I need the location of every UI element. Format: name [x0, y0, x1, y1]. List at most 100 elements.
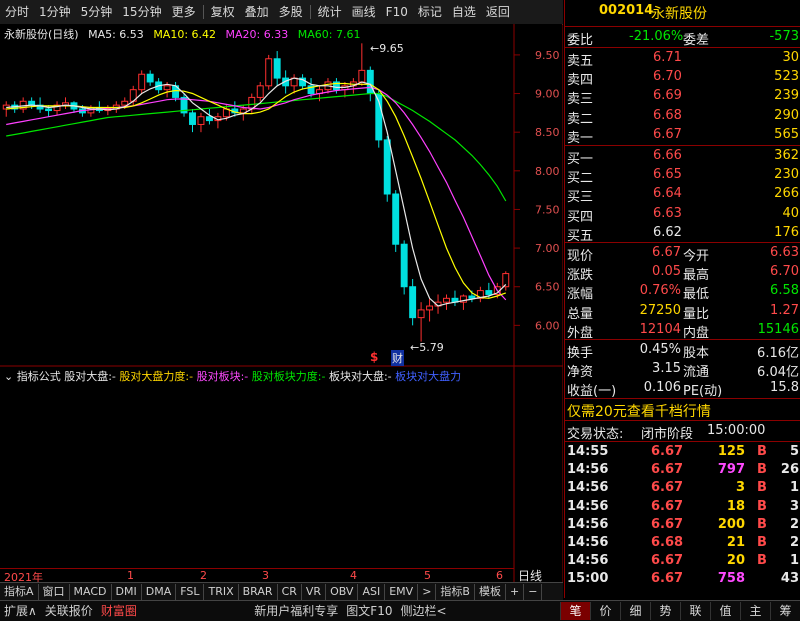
tick-count: 1: [789, 480, 799, 496]
tick-price: 6.67: [651, 462, 684, 478]
indicator-toggle-icon[interactable]: ⌄: [4, 370, 13, 383]
side-tab[interactable]: 细: [620, 602, 650, 620]
indicator-tab[interactable]: 指标A: [0, 583, 39, 600]
tick-price: 6.67: [651, 571, 684, 587]
kline-chart[interactable]: 9.50 9.00 8.50 8.00 7.50 7.00 6.50 6.00: [0, 24, 563, 582]
buy-label: 买一: [567, 152, 594, 167]
sell-row[interactable]: 卖四 6.70 523: [565, 68, 800, 88]
indicator-tab[interactable]: ASI: [358, 583, 386, 600]
bottom-tab[interactable]: 新用户福利专享: [250, 602, 342, 620]
side-tab[interactable]: 主: [740, 602, 770, 620]
toolbar-button[interactable]: 15分钟: [117, 0, 166, 24]
indicator-tab[interactable]: OBV: [326, 583, 359, 600]
toolbar-button[interactable]: 自选: [447, 0, 481, 24]
sell-row[interactable]: 卖一 6.67 565: [565, 126, 800, 146]
indicator-tab[interactable]: 窗口: [39, 583, 70, 600]
tick-volume: 125: [717, 444, 745, 459]
date-label: 1: [127, 569, 134, 582]
stat-row: 收益(一) 0.106 PE(动) 15.8: [565, 379, 800, 400]
indicator-title[interactable]: 指标公式: [17, 370, 61, 383]
indicator-tab[interactable]: CR: [278, 583, 302, 600]
stat-row: 总量 27250 量比 1.27: [565, 302, 800, 322]
stat-label: 净资: [567, 365, 594, 381]
toolbar-button[interactable]: 更多: [167, 0, 201, 24]
dollar-marker-icon[interactable]: $: [370, 350, 378, 364]
promo-text[interactable]: 仅需20元查看千档行情: [567, 401, 711, 421]
sell-row[interactable]: 卖三 6.69 239: [565, 87, 800, 108]
finance-marker-icon[interactable]: 财: [391, 350, 404, 366]
stat-label: 最低: [683, 287, 710, 303]
indicator-tab[interactable]: VR: [302, 583, 327, 600]
toolbar-button[interactable]: 复权: [206, 0, 240, 24]
toolbar-button[interactable]: 分时: [0, 0, 34, 24]
indicator-tab[interactable]: 模板: [475, 583, 506, 600]
toolbar-button[interactable]: 5分钟: [76, 0, 118, 24]
indicator-tab[interactable]: EMV: [385, 583, 419, 600]
trade-status: 闭市阶段: [641, 427, 694, 442]
ma10-label: MA10: 6.42: [153, 28, 217, 41]
indicator-tab[interactable]: BRAR: [239, 583, 278, 600]
stat-label: 涨幅: [567, 287, 594, 303]
sell-row[interactable]: 卖五 6.71 30: [565, 49, 800, 69]
stat-value: 6.04亿: [757, 365, 799, 381]
tick-time: 14:55: [567, 444, 609, 459]
indicator-tab[interactable]: DMI: [112, 583, 142, 600]
toolbar-button[interactable]: 1分钟: [34, 0, 76, 24]
buy-row[interactable]: 买五 6.62 176: [565, 224, 800, 244]
side-tab[interactable]: 联: [680, 602, 710, 620]
divider: [565, 420, 800, 421]
chart-area[interactable]: 9.50 9.00 8.50 8.00 7.50 7.00 6.50 6.00 永新股份(日线…: [0, 24, 563, 598]
side-tab[interactable]: 值: [710, 602, 740, 620]
indicator-tab[interactable]: −: [524, 583, 543, 600]
buy-row[interactable]: 买一 6.66 362: [565, 147, 800, 167]
sell-label: 卖三: [567, 92, 594, 108]
indicator-tab[interactable]: 指标B: [436, 583, 475, 600]
indicator-tab[interactable]: MACD: [70, 583, 112, 600]
promo-link[interactable]: 仅需20元查看千档行情: [565, 400, 800, 421]
stat-label: PE(动): [683, 384, 723, 400]
sell-row[interactable]: 卖二 6.68 290: [565, 107, 800, 127]
bottom-tab[interactable]: 财富圈: [97, 602, 141, 620]
side-tab[interactable]: 势: [650, 602, 680, 620]
candle-body: [189, 112, 196, 125]
indicator-tab[interactable]: FSL: [176, 583, 205, 600]
stat-label: 今开: [683, 249, 710, 264]
toolbar-button[interactable]: 返回: [481, 0, 515, 24]
toolbar-button[interactable]: 多股: [274, 0, 308, 24]
date-label: 6: [496, 569, 503, 582]
indicator-tab[interactable]: DMA: [142, 583, 177, 600]
bottom-tab[interactable]: 图文F10: [342, 602, 396, 620]
side-tab[interactable]: 价: [590, 602, 620, 620]
bottom-tab[interactable]: 关联报价: [41, 602, 97, 620]
sell-price: 6.71: [653, 50, 682, 65]
indicator-tab[interactable]: TRIX: [204, 583, 239, 600]
indicator-item: 股对板块力度:-: [251, 370, 326, 383]
sell-label: 卖二: [567, 111, 594, 127]
date-label: 3: [262, 569, 269, 582]
bottom-tab[interactable]: 扩展∧: [0, 602, 41, 620]
buy-row[interactable]: 买三 6.64 266: [565, 185, 800, 205]
side-tab[interactable]: 笔: [560, 602, 590, 620]
toolbar-button[interactable]: 叠加: [240, 0, 274, 24]
stat-value: 0.76%: [639, 283, 681, 299]
buy-row[interactable]: 买二 6.65 230: [565, 166, 800, 186]
candle-body: [197, 116, 205, 125]
side-tab[interactable]: 筹: [770, 602, 800, 620]
toolbar-button[interactable]: 标记: [413, 0, 447, 24]
toolbar-button[interactable]: 统计: [313, 0, 347, 24]
divider: [565, 47, 800, 48]
bottom-tab[interactable]: 侧边栏<: [396, 602, 450, 620]
sell-volume: 239: [774, 88, 799, 104]
tick-time: 14:56: [567, 553, 609, 569]
indicator-tab[interactable]: >: [418, 583, 437, 600]
toolbar-button[interactable]: 画线: [347, 0, 381, 24]
indicator-tab[interactable]: +: [506, 583, 525, 600]
sell-price: 6.68: [653, 107, 682, 123]
stat-label: 换手: [567, 346, 594, 361]
divider: [565, 441, 800, 442]
toolbar-button[interactable]: F10: [381, 0, 413, 24]
buy-row[interactable]: 买四 6.63 40: [565, 205, 800, 225]
stat-label: 股本: [683, 346, 710, 361]
weibi-row: 委比 -21.06% 委差 -573: [565, 28, 800, 48]
sell-price: 6.69: [653, 88, 682, 104]
